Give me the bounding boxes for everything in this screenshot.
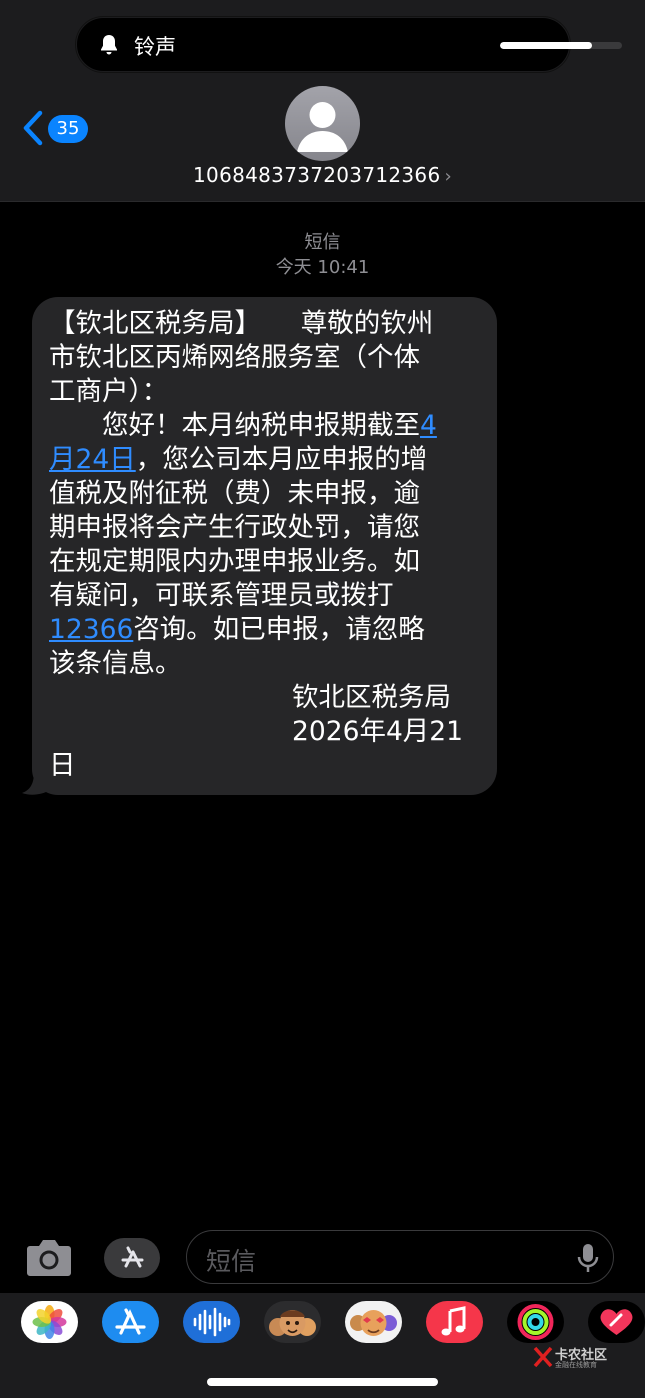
- volume-level: [500, 42, 592, 49]
- home-indicator[interactable]: [207, 1378, 438, 1386]
- header-divider: [0, 201, 645, 202]
- bubble-tail: [22, 772, 50, 795]
- camera-icon: [27, 1240, 71, 1276]
- chevron-left-icon: [23, 110, 43, 146]
- message-text-segment: 市钦北区丙烯网络服务室（个体: [49, 342, 420, 373]
- message-timestamp: 今天 10:41: [275, 257, 370, 278]
- message-link[interactable]: 12366: [49, 614, 133, 645]
- message-line: 12366咨询。如已申报，请忽略: [49, 613, 481, 647]
- message-line: 您好！本月纳税申报期截至4: [49, 409, 481, 443]
- message-line: 期申报将会产生行政处罚，请您: [49, 511, 481, 545]
- kanong-logo-icon: [533, 1346, 553, 1368]
- message-text-segment: 在规定期限内办理申报业务。如: [49, 546, 420, 577]
- message-text-segment: 日: [49, 750, 76, 781]
- message-text-segment: 【钦北区税务局】 尊敬的钦州: [49, 308, 434, 339]
- message-text-segment: 该条信息。: [49, 648, 182, 679]
- unread-count-badge: 35: [48, 115, 88, 143]
- message-line: 工商户）：: [49, 375, 481, 409]
- message-text-segment: 您好！本月纳税申报期截至: [49, 410, 420, 441]
- chevron-right-icon: ›: [444, 166, 452, 187]
- message-line: 值税及附征税（费）未申报，逾: [49, 477, 481, 511]
- contact-avatar[interactable]: [285, 86, 360, 161]
- message-text-segment: 钦北区税务局: [292, 682, 451, 713]
- watermark-logo: 卡农社区 金融在线教育: [533, 1344, 611, 1370]
- message-line: 在规定期限内办理申报业务。如: [49, 545, 481, 579]
- camera-button[interactable]: [24, 1236, 74, 1280]
- app-store-icon: [121, 1246, 144, 1268]
- message-text-segment: 咨询。如已申报，请忽略: [133, 614, 425, 645]
- volume-bar: [500, 42, 622, 49]
- message-text-segment: 有疑问，可联系管理员或拨打: [49, 580, 394, 611]
- memoji-stickers-app-icon[interactable]: [264, 1301, 321, 1343]
- music-app-icon[interactable]: [426, 1301, 483, 1343]
- message-text: 【钦北区税务局】 尊敬的钦州 市钦北区丙烯网络服务室（个体 工商户）： 您好！本月纳…: [49, 307, 481, 783]
- contact-name[interactable]: 1068483737203712366 ›: [0, 163, 645, 187]
- microphone-icon[interactable]: [577, 1243, 599, 1273]
- service-label: 短信: [304, 232, 341, 253]
- contact-number: 1068483737203712366: [193, 163, 441, 187]
- message-line: 钦北区税务局: [49, 681, 481, 715]
- message-text-segment: 值税及附征税（费）未申报，逾: [49, 478, 420, 509]
- message-link[interactable]: 4: [420, 410, 437, 441]
- app-store-app-icon[interactable]: [102, 1301, 159, 1343]
- message-link[interactable]: 月24日: [49, 444, 136, 475]
- photos-app-icon[interactable]: [21, 1301, 78, 1343]
- message-text-segment: 2026年4月21: [292, 716, 464, 747]
- message-text-segment: ，您公司本月应申报的增: [135, 444, 428, 475]
- bell-icon: [101, 35, 117, 55]
- message-line: 有疑问，可联系管理员或拨打: [49, 579, 481, 613]
- ringer-label: 铃声: [134, 35, 176, 59]
- audio-message-app-icon[interactable]: [183, 1301, 240, 1343]
- message-line: 2026年4月21: [49, 715, 481, 749]
- message-input[interactable]: 短信: [186, 1230, 614, 1284]
- message-line: 该条信息。: [49, 647, 481, 681]
- person-icon: [297, 102, 348, 152]
- fitness-app-icon[interactable]: [507, 1301, 564, 1343]
- animoji-app-icon[interactable]: [345, 1301, 402, 1343]
- apps-button[interactable]: [104, 1238, 160, 1278]
- digital-touch-app-icon[interactable]: [588, 1301, 645, 1343]
- ringer-indicator: 铃声: [76, 17, 622, 72]
- message-line: 月24日，您公司本月应申报的增: [49, 443, 481, 477]
- watermark-subtitle: 金融在线教育: [555, 1361, 597, 1369]
- message-line: 日: [49, 749, 481, 783]
- message-line: 【钦北区税务局】 尊敬的钦州: [49, 307, 481, 341]
- message-text-segment: 期申报将会产生行政处罚，请您: [49, 512, 420, 543]
- message-input-placeholder: 短信: [206, 1247, 257, 1276]
- message-line: 市钦北区丙烯网络服务室（个体: [49, 341, 481, 375]
- message-text-segment: 工商户）：: [49, 376, 169, 407]
- back-button[interactable]: 35: [22, 108, 92, 150]
